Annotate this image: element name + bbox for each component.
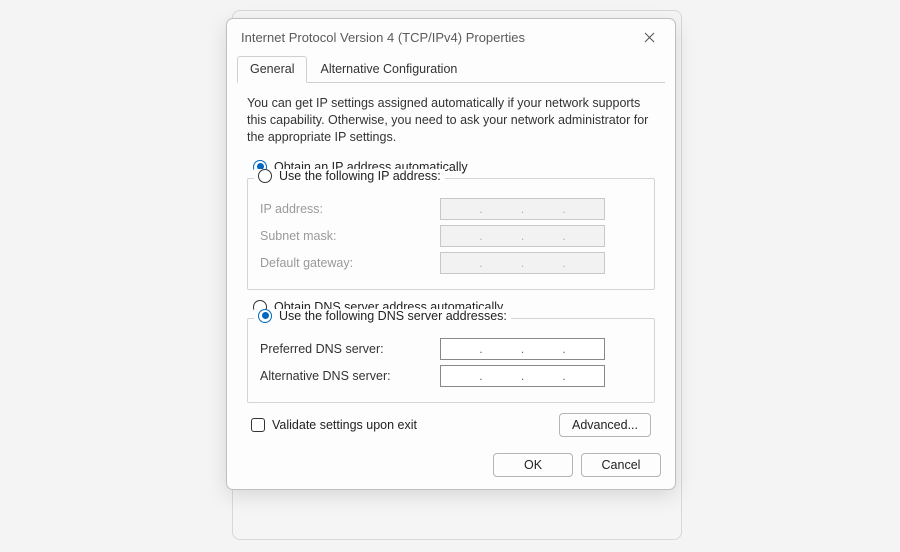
radio-use-following-ip[interactable]: Use the following IP address: (254, 169, 445, 183)
close-button[interactable] (635, 27, 663, 47)
tab-body-general: You can get IP settings assigned automat… (227, 83, 675, 443)
radio-icon (258, 309, 272, 323)
input-ip-address: ... (440, 198, 605, 220)
input-alternative-dns[interactable]: ... (440, 365, 605, 387)
advanced-button[interactable]: Advanced... (559, 413, 651, 437)
radio-label: Use the following IP address: (279, 169, 441, 183)
intro-text: You can get IP settings assigned automat… (247, 95, 655, 146)
cancel-button[interactable]: Cancel (581, 453, 661, 477)
radio-label: Use the following DNS server addresses: (279, 309, 507, 323)
ok-button[interactable]: OK (493, 453, 573, 477)
checkbox-label: Validate settings upon exit (272, 418, 417, 432)
group-ip-manual: Use the following IP address: IP address… (247, 178, 655, 290)
button-label: Advanced... (572, 418, 638, 432)
input-default-gateway: ... (440, 252, 605, 274)
button-label: OK (524, 458, 542, 472)
label-default-gateway: Default gateway: (260, 256, 440, 270)
group-dns-manual: Use the following DNS server addresses: … (247, 318, 655, 403)
tab-alternative-label: Alternative Configuration (320, 62, 457, 76)
tab-general-label: General (250, 62, 294, 76)
label-preferred-dns: Preferred DNS server: (260, 342, 440, 356)
dialog-buttons: OK Cancel (227, 443, 675, 479)
label-subnet-mask: Subnet mask: (260, 229, 440, 243)
window-title: Internet Protocol Version 4 (TCP/IPv4) P… (241, 30, 525, 45)
input-subnet-mask: ... (440, 225, 605, 247)
close-icon (644, 32, 655, 43)
tab-general[interactable]: General (237, 56, 307, 83)
label-alternative-dns: Alternative DNS server: (260, 369, 440, 383)
titlebar: Internet Protocol Version 4 (TCP/IPv4) P… (227, 19, 675, 51)
ipv4-properties-dialog: Internet Protocol Version 4 (TCP/IPv4) P… (226, 18, 676, 490)
radio-icon (258, 169, 272, 183)
tabstrip: General Alternative Configuration (237, 55, 665, 83)
input-preferred-dns[interactable]: ... (440, 338, 605, 360)
button-label: Cancel (602, 458, 641, 472)
checkbox-icon (251, 418, 265, 432)
checkbox-validate-settings[interactable]: Validate settings upon exit (251, 418, 417, 432)
label-ip-address: IP address: (260, 202, 440, 216)
tab-alternative-configuration[interactable]: Alternative Configuration (307, 56, 470, 83)
radio-use-following-dns[interactable]: Use the following DNS server addresses: (254, 309, 511, 323)
